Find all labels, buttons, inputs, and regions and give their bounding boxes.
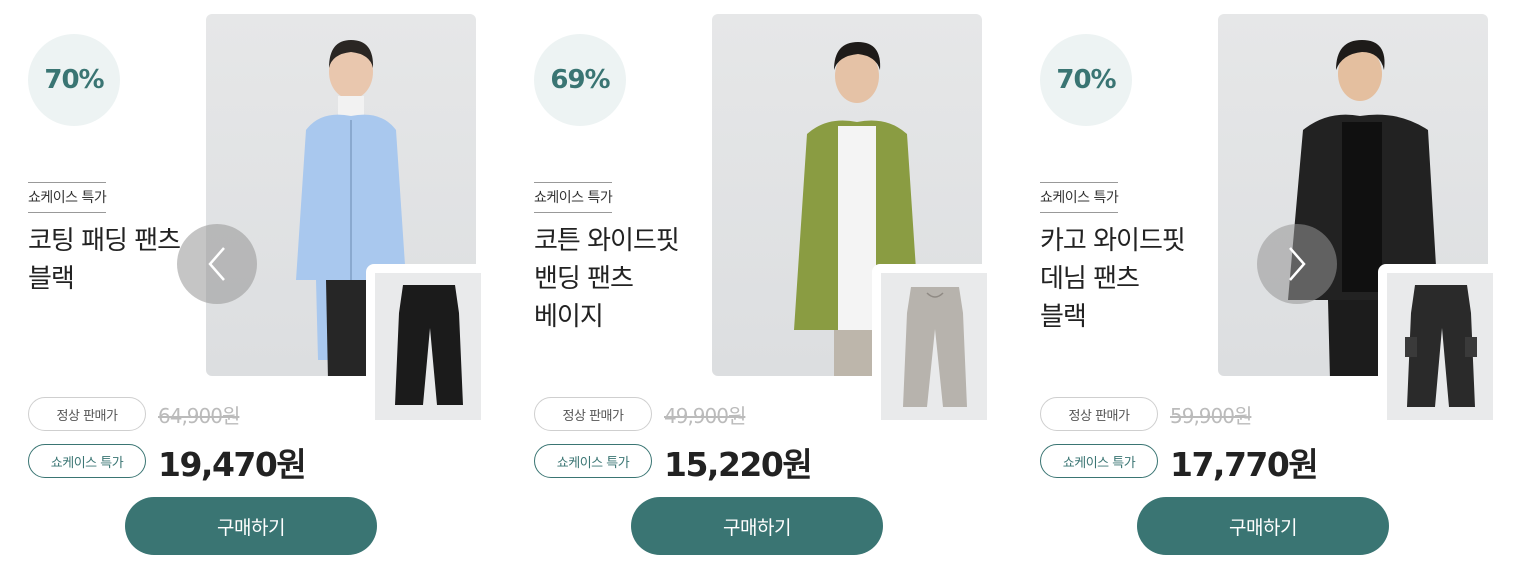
product-name[interactable]: 카고 와이드핏 데님 팬츠 블랙 [1040, 222, 1215, 336]
product-card[interactable]: 69% 쇼케이스 특가 코튼 와이드핏 밴딩 팬츠 베이지 정상 판매가 49,… [506, 0, 996, 564]
special-price-label: 쇼케이스 특가 [1040, 444, 1158, 478]
product-thumbnail[interactable] [375, 273, 481, 420]
regular-price-label: 정상 판매가 [534, 397, 652, 431]
product-name-line: 베이지 [534, 302, 604, 332]
chevron-left-icon [208, 247, 225, 281]
product-card[interactable]: 70% 쇼케이스 특가 카고 와이드핏 데님 팬츠 블랙 정상 판매가 59,9… [1012, 0, 1502, 564]
beige-pants-icon [903, 287, 967, 407]
chevron-right-icon [1289, 247, 1306, 281]
showcase-tag: 쇼케이스 특가 [1040, 182, 1119, 213]
product-thumbnail[interactable] [881, 273, 987, 420]
thumbnail-frame [366, 264, 486, 428]
special-price-label: 쇼케이스 특가 [28, 444, 146, 478]
black-pants-icon [395, 285, 463, 405]
black-cargo-pants-icon [1405, 285, 1477, 407]
buy-button[interactable]: 구매하기 [631, 497, 883, 555]
product-name-line: 밴딩 팬츠 [534, 264, 634, 294]
buy-button[interactable]: 구매하기 [1137, 497, 1389, 555]
product-thumbnail[interactable] [1387, 273, 1493, 420]
product-name[interactable]: 코튼 와이드핏 밴딩 팬츠 베이지 [534, 222, 709, 336]
discount-badge: 70% [28, 34, 120, 126]
product-name-line: 블랙 [1040, 302, 1087, 332]
showcase-tag: 쇼케이스 특가 [534, 182, 613, 213]
special-price-label: 쇼케이스 특가 [534, 444, 652, 478]
discount-badge: 70% [1040, 34, 1132, 126]
thumbnail-frame [1378, 264, 1498, 428]
product-name-line: 코팅 패딩 팬츠 [28, 226, 181, 256]
discount-badge: 69% [534, 34, 626, 126]
regular-price-label: 정상 판매가 [1040, 397, 1158, 431]
sale-price: 19,470원 [158, 445, 307, 484]
product-name-line: 코튼 와이드핏 [534, 226, 680, 256]
sale-price: 15,220원 [664, 445, 813, 484]
regular-price: 64,900원 [158, 404, 240, 428]
product-name-line: 카고 와이드핏 [1040, 226, 1186, 256]
product-name-line: 데님 팬츠 [1040, 264, 1140, 294]
sale-price: 17,770원 [1170, 445, 1319, 484]
carousel-prev-button[interactable] [177, 224, 257, 304]
thumbnail-frame [872, 264, 992, 428]
carousel-next-button[interactable] [1257, 224, 1337, 304]
showcase-tag: 쇼케이스 특가 [28, 182, 107, 213]
product-carousel: 70% 쇼케이스 특가 코팅 패딩 팬츠 블랙 정상 판매가 64,900원 쇼… [0, 0, 1514, 564]
regular-price: 59,900원 [1170, 404, 1252, 428]
buy-button[interactable]: 구매하기 [125, 497, 377, 555]
regular-price-label: 정상 판매가 [28, 397, 146, 431]
regular-price: 49,900원 [664, 404, 746, 428]
